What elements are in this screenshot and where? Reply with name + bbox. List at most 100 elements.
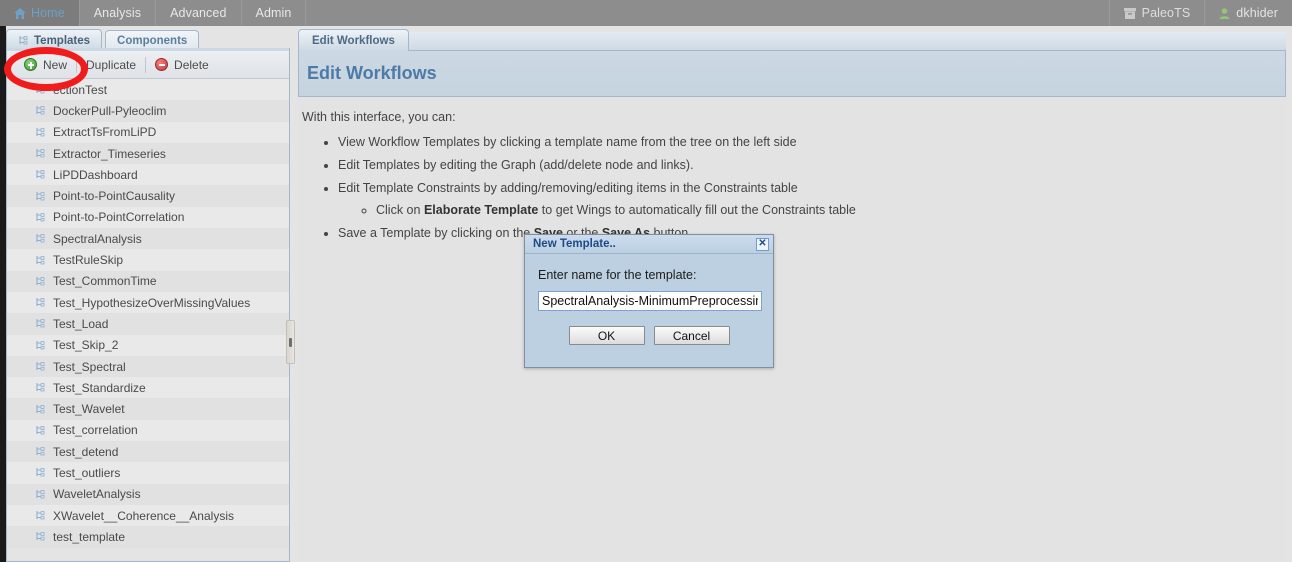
tree-icon (36, 447, 45, 456)
tree-item-label: Test_Skip_2 (53, 338, 119, 353)
tree-icon (36, 149, 45, 158)
tree-icon (36, 298, 45, 307)
tree-item[interactable]: Test_Standardize (7, 377, 289, 399)
nav-item-domain-paleots[interactable]: PaleoTS (1108, 0, 1205, 26)
tree-icon (36, 170, 45, 179)
nav-item-advanced[interactable]: Advanced (156, 0, 242, 26)
duplicate-button[interactable]: Duplicate (77, 53, 145, 77)
tree-item[interactable]: Test_Wavelet (7, 398, 289, 420)
tree-icon (36, 276, 45, 286)
list-item: Click on Elaborate Template to get Wings… (376, 202, 1286, 219)
tree-item[interactable]: Test_detend (7, 441, 289, 463)
bullet-3-sub-pre: Click on (376, 202, 424, 217)
tree-icon (36, 212, 45, 222)
tree-icon (19, 36, 28, 45)
bullet-3-sub-bold: Elaborate Template (423, 202, 539, 217)
tree-item[interactable]: Test_Load (7, 313, 289, 335)
tree-item[interactable]: Test_CommonTime (7, 270, 289, 292)
cancel-button[interactable]: Cancel (653, 326, 730, 345)
tree-item[interactable]: Point-to-PointCorrelation (7, 206, 289, 229)
tree-item[interactable]: Test_Skip_2 (7, 334, 289, 356)
bullet-1-text: View Workflow Templates by clicking a te… (338, 135, 797, 149)
close-icon[interactable]: ✕ (756, 237, 769, 251)
tree-icon (36, 404, 45, 413)
tree-item[interactable]: test_template (7, 526, 289, 548)
template-name-input[interactable] (538, 291, 762, 311)
tree-item[interactable]: Test_HypothesizeOverMissingValues (7, 291, 289, 314)
page-title: Edit Workflows (307, 63, 437, 83)
tab-edit-workflows[interactable]: Edit Workflows (298, 29, 409, 51)
tree-item-label: Point-to-PointCausality (53, 189, 176, 204)
tree-item-label: LiPDDashboard (53, 167, 138, 182)
tree-icon (36, 255, 45, 264)
tree-icon (36, 85, 45, 94)
tree-icon (36, 106, 45, 115)
tree-icon (36, 319, 45, 328)
new-button[interactable]: New (15, 53, 76, 77)
ok-button[interactable]: OK (568, 326, 645, 345)
bullet-2-text: Edit Templates by editing the Graph (add… (338, 157, 694, 172)
new-template-dialog: New Template.. ✕ Enter name for the temp… (524, 234, 774, 368)
tree-item-label: SpectralAnalysis (53, 231, 142, 246)
feature-sublist: Click on Elaborate Template to get Wings… (338, 202, 1286, 219)
tree-item[interactable]: TestRuleSkip (7, 249, 289, 271)
tree-item-label: DockerPull-Pyleoclim (53, 103, 167, 118)
tree-item[interactable]: ectionTest (7, 79, 289, 101)
main-panel-header: Edit Workflows (298, 51, 1286, 97)
tree-item-label: Test_outliers (53, 465, 121, 480)
nav-item-domain-label: PaleoTS (1141, 6, 1191, 20)
tab-edit-workflows-label: Edit Workflows (312, 34, 395, 47)
top-nav-right-group: PaleoTS dkhider (1108, 0, 1292, 26)
feature-list: View Workflow Templates by clicking a te… (302, 134, 1286, 241)
tree-item-label: Test_Wavelet (53, 402, 125, 417)
tab-components-label: Components (117, 35, 188, 47)
bullet-3-sub-post: to get Wings to automatically fill out t… (538, 202, 856, 217)
application-root: Home Analysis Advanced Admin PaleoTS dkh… (0, 0, 1292, 562)
tree-icon (36, 383, 45, 392)
tree-item[interactable]: XWavelet__Coherence__Analysis (7, 504, 289, 527)
main-tabstrip: Edit Workflows (298, 29, 1286, 51)
tab-templates-label: Templates (34, 34, 91, 47)
delete-button[interactable]: Delete (146, 53, 218, 77)
tree-item[interactable]: WaveletAnalysis (7, 483, 289, 505)
tree-item[interactable]: LiPDDashboard (7, 164, 289, 186)
nav-item-advanced-label: Advanced (170, 6, 227, 20)
tree-icon (36, 191, 45, 201)
bullet-4-pre: Save a Template by clicking on the (338, 225, 534, 240)
nav-item-admin[interactable]: Admin (242, 0, 307, 26)
tree-item[interactable]: ExtractTsFromLiPD (7, 121, 289, 143)
tree-icon (36, 489, 45, 499)
tree-item[interactable]: DockerPull-Pyleoclim (7, 100, 289, 122)
splitter-grip (289, 337, 292, 347)
nav-item-user-label: dkhider (1236, 6, 1278, 20)
tree-item-label: Test_Spectral (53, 359, 126, 374)
plus-circle-icon (24, 58, 37, 71)
new-button-label: New (43, 57, 68, 72)
tree-item[interactable]: Extractor_Timeseries (7, 142, 289, 165)
templates-toolbar: New Duplicate Delete (7, 51, 289, 79)
tree-item-label: Test_detend (53, 444, 119, 459)
nav-item-admin-label: Admin (255, 6, 292, 20)
nav-item-analysis[interactable]: Analysis (80, 0, 157, 26)
tree-item[interactable]: SpectralAnalysis (7, 228, 289, 250)
tree-icon (36, 468, 45, 477)
nav-item-user[interactable]: dkhider (1204, 0, 1292, 26)
nav-item-home[interactable]: Home (0, 0, 80, 26)
nav-item-home-label: Home (31, 6, 65, 20)
list-item: Edit Templates by editing the Graph (add… (338, 157, 1286, 174)
tree-item-label: WaveletAnalysis (53, 487, 141, 502)
tree-item-label: Point-to-PointCorrelation (53, 210, 185, 225)
dialog-button-row: OK Cancel (538, 326, 760, 345)
tree-item[interactable]: Test_correlation (7, 419, 289, 442)
tree-item[interactable]: Test_Spectral (7, 355, 289, 378)
tree-item-label: TestRuleSkip (53, 253, 124, 268)
top-nav-spacer (306, 0, 1108, 26)
template-tree[interactable]: ectionTest DockerPull-Pyleoclim ExtractTsF… (7, 79, 289, 560)
tree-item[interactable]: Test_outliers (7, 462, 289, 484)
panel-splitter-handle[interactable] (286, 320, 295, 364)
tree-item[interactable]: Point-to-PointCausality (7, 185, 289, 207)
tree-item-label: Test_Load (53, 316, 109, 331)
dialog-title: New Template.. (533, 238, 616, 250)
tree-icon (36, 532, 45, 541)
tree-item-label: test_template (53, 529, 126, 544)
